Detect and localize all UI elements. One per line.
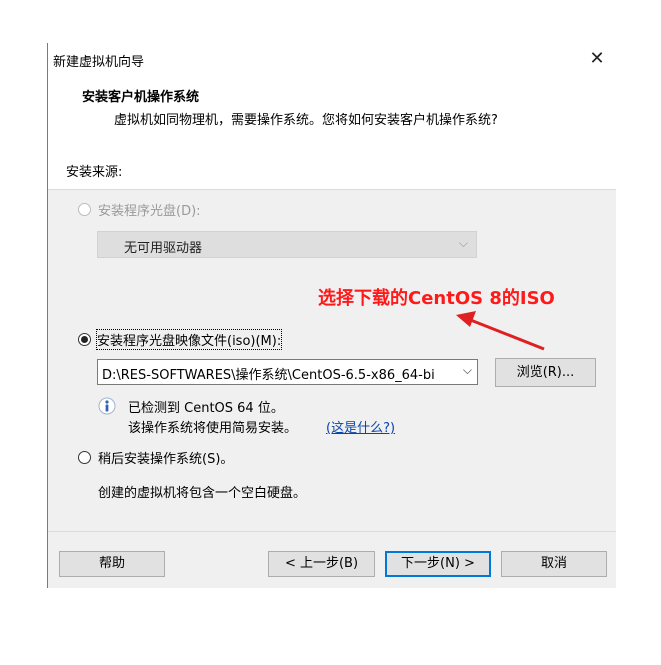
next-button[interactable]: 下一步(N) > bbox=[385, 551, 491, 577]
help-button[interactable]: 帮助 bbox=[59, 551, 165, 577]
chevron-down-icon: ⌵ bbox=[458, 236, 468, 250]
install-source-label: 安装来源: bbox=[66, 165, 123, 180]
back-button[interactable]: < 上一步(B) bbox=[268, 551, 375, 577]
iso-path-value: D:\RES-SOFTWARES\操作系统\CentOS-6.5-x86_64-… bbox=[102, 368, 435, 383]
info-icon bbox=[98, 397, 116, 415]
later-description: 创建的虚拟机将包含一个空白硬盘。 bbox=[98, 486, 307, 501]
later-option-label[interactable]: 稍后安装操作系统(S)。 bbox=[98, 448, 233, 467]
easy-install-text: 该操作系统将使用简易安装。 bbox=[128, 421, 298, 436]
whats-this-link[interactable]: (这是什么?) bbox=[326, 417, 395, 436]
browse-button[interactable]: 浏览(R)... bbox=[495, 358, 596, 387]
footer-separator bbox=[48, 531, 616, 532]
annotation-arrow-icon bbox=[456, 311, 545, 351]
page-subtitle: 虚拟机如同物理机，需要操作系统。您将如何安装客户机操作系统? bbox=[114, 113, 498, 128]
close-icon[interactable]: ✕ bbox=[584, 46, 610, 72]
wizard-header: 安装客户机操作系统 虚拟机如同物理机，需要操作系统。您将如何安装客户机操作系统? bbox=[48, 76, 616, 190]
iso-option-label[interactable]: 安装程序光盘映像文件(iso)(M): bbox=[95, 329, 283, 350]
disc-drive-select[interactable]: 无可用驱动器 ⌵ bbox=[97, 231, 477, 258]
disc-option-label[interactable]: 安装程序光盘(D): bbox=[98, 200, 201, 219]
detected-os-text: 已检测到 CentOS 64 位。 bbox=[128, 401, 284, 416]
later-radio[interactable] bbox=[78, 451, 91, 464]
disc-radio[interactable] bbox=[78, 203, 91, 216]
window-title: 新建虚拟机向导 bbox=[53, 55, 145, 70]
iso-path-combobox[interactable]: D:\RES-SOFTWARES\操作系统\CentOS-6.5-x86_64-… bbox=[97, 359, 478, 385]
chevron-down-icon[interactable]: ⌵ bbox=[463, 363, 472, 378]
page-title: 安装客户机操作系统 bbox=[82, 90, 200, 105]
iso-radio[interactable] bbox=[78, 333, 91, 346]
disc-drive-value: 无可用驱动器 bbox=[124, 241, 203, 256]
cancel-button[interactable]: 取消 bbox=[501, 551, 607, 577]
title-bar: 新建虚拟机向导 ✕ bbox=[48, 43, 616, 76]
